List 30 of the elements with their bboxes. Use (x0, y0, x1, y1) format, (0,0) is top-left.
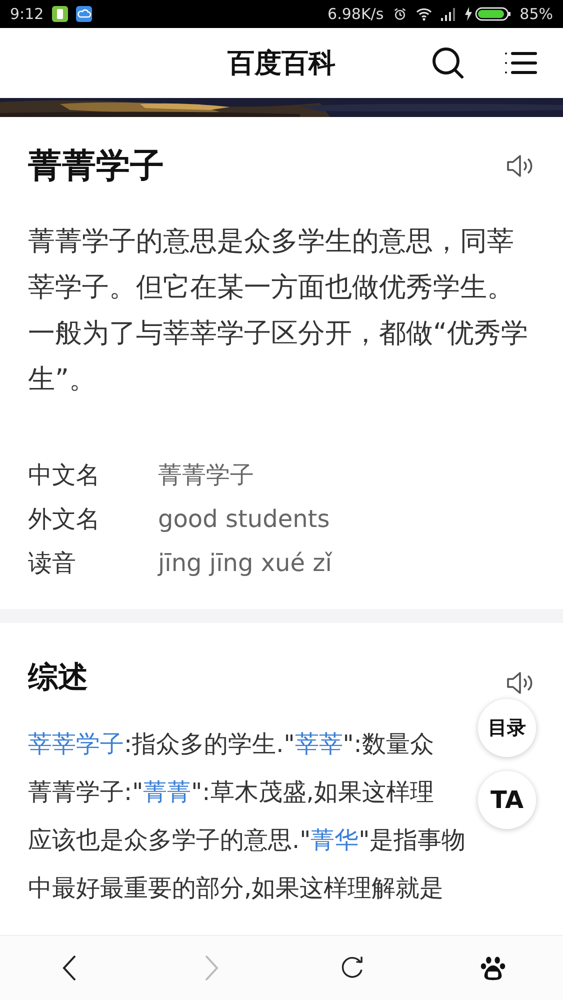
info-value: good students (158, 505, 330, 533)
ta-button[interactable]: TA (478, 771, 536, 829)
battery-app-icon (52, 6, 68, 22)
term-link[interactable]: 菁华 (310, 826, 359, 854)
info-label: 中文名 (28, 460, 101, 491)
status-time: 9:12 (10, 5, 44, 23)
app-title: 百度百科 (228, 47, 336, 81)
term-link[interactable]: 菁菁 (143, 778, 192, 806)
info-value: 菁菁学子 (158, 460, 254, 491)
signal-icon (440, 7, 456, 21)
wifi-icon (416, 7, 432, 21)
cloud-app-icon (76, 6, 92, 22)
battery-percent: 85% (520, 5, 553, 23)
info-label: 读音 (28, 548, 77, 579)
entry-title: 菁菁学子 (28, 145, 164, 188)
charging-battery-icon (464, 6, 512, 22)
alarm-icon (392, 7, 408, 21)
overview-paragraph: 莘莘学子:指众多的学生."莘莘":数量众 菁菁学子:"菁菁":草木茂盛,如果这样理 应该也是众多学子的意思."菁华"是指事物 中最好最重要的部分,如果这样理解就是 (28, 729, 466, 904)
speaker-icon[interactable] (505, 670, 535, 696)
info-value: jīng jīng xué zǐ (158, 549, 332, 577)
search-icon[interactable] (431, 46, 465, 80)
section-title: 综述 (28, 659, 88, 697)
contents-button[interactable]: 目录 (478, 699, 536, 757)
network-speed: 6.98K/s (328, 5, 384, 23)
info-label: 外文名 (28, 504, 101, 535)
term-link[interactable]: 莘莘 (294, 730, 343, 758)
menu-icon[interactable] (505, 50, 537, 76)
summary-paragraph: 菁菁学子的意思是众多学生的意思，同莘莘学子。但它在某一方面也做优秀学生。一般为了与莘莘学子区分开，都做“优秀学生”。 (28, 225, 529, 397)
term-link[interactable]: 莘莘学子 (28, 730, 124, 758)
speaker-icon[interactable] (505, 153, 535, 179)
